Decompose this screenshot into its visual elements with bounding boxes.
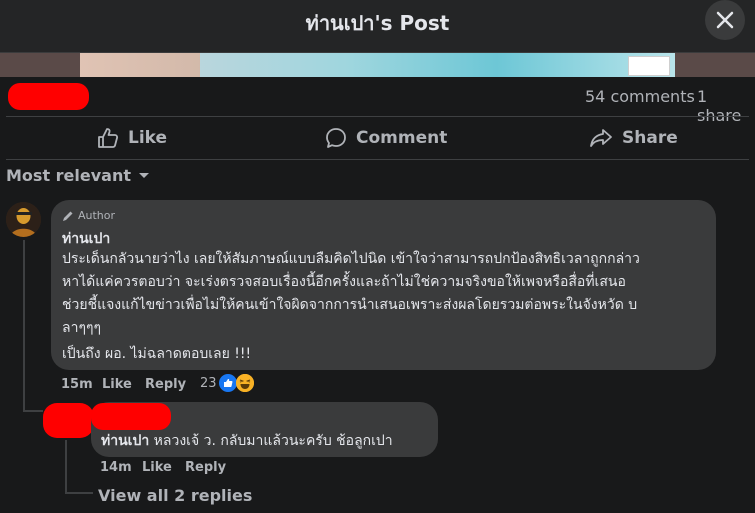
avatar-image (6, 202, 41, 237)
share-label: Share (622, 128, 678, 148)
share-icon (590, 129, 612, 147)
share-button[interactable]: Share (589, 118, 678, 158)
comment-line: ประเด็นกลัวนายว่าไง เลยให้สัมภาษณ์แบบลืม… (62, 251, 640, 267)
reply-time[interactable]: 14m (100, 460, 132, 475)
close-button[interactable] (705, 0, 745, 40)
thumbs-up-icon (98, 128, 119, 148)
view-replies-link[interactable]: View all 2 replies (98, 486, 252, 505)
comments-count[interactable]: 54 comments (585, 87, 695, 106)
reply-text: ท่านเปา หลวงเจ้ ว. กลับมาแล้วนะครับ ช้อล… (101, 430, 393, 452)
redacted-name (91, 403, 171, 430)
post-image-face (80, 53, 200, 77)
close-icon (716, 11, 734, 29)
reply-like-button[interactable]: Like (142, 460, 172, 475)
author-badge: Author (62, 209, 115, 222)
author-badge-label: Author (78, 209, 116, 222)
comment-line: ลาๆๆๆ (62, 320, 101, 336)
post-image-logo (628, 56, 670, 76)
page-title: ท่านเปา's Post (305, 11, 450, 35)
thread-line (65, 492, 93, 494)
comment-button[interactable]: Comment (325, 118, 447, 158)
comment-label: Comment (356, 128, 448, 148)
thread-line (65, 440, 67, 492)
comment-text-line: เป็นถึง ผอ. ไม่ฉลาดตอบเลย !!! (62, 346, 252, 362)
redacted-reactions (8, 83, 89, 110)
thread-line (23, 240, 25, 412)
divider (6, 116, 749, 117)
caret-down-icon (139, 172, 149, 178)
comment-icon (326, 128, 346, 148)
comment-line: ช่วยชี้แจงแก้ไขข่าวเพื่อไม่ให้คนเข้าใจผิ… (62, 297, 638, 313)
reply-mention[interactable]: ท่านเปา (101, 433, 149, 449)
comment-text: ประเด็นกลัวนายว่าไง เลยให้สัมภาษณ์แบบลืม… (62, 248, 710, 340)
avatar[interactable] (6, 202, 41, 237)
like-reaction-icon (219, 374, 237, 392)
divider (6, 159, 749, 160)
reply-reply-button[interactable]: Reply (185, 460, 226, 475)
comment-reply-button[interactable]: Reply (145, 377, 186, 392)
pencil-icon (63, 211, 73, 221)
haha-reaction-icon (236, 374, 254, 392)
sort-label: Most relevant (6, 166, 131, 185)
comment-time[interactable]: 15m (61, 377, 93, 392)
like-button[interactable]: Like (97, 118, 167, 158)
shares-count[interactable]: 1 share (697, 87, 755, 125)
comment-line: หาได้แค่ควรตอบว่า จะเร่งตรวจสอบเรื่องนี้… (62, 274, 626, 290)
comment-sort-dropdown[interactable]: Most relevant (6, 166, 151, 185)
like-label: Like (128, 128, 168, 148)
thread-line (23, 410, 43, 412)
reaction-count[interactable]: 23 (200, 376, 217, 391)
comment-like-button[interactable]: Like (102, 377, 132, 392)
reply-body: หลวงเจ้ ว. กลับมาแล้วนะครับ ช้อลูกเปา (149, 433, 393, 449)
comment-author[interactable]: ท่านเปา (62, 228, 110, 250)
redacted-avatar (43, 403, 94, 438)
